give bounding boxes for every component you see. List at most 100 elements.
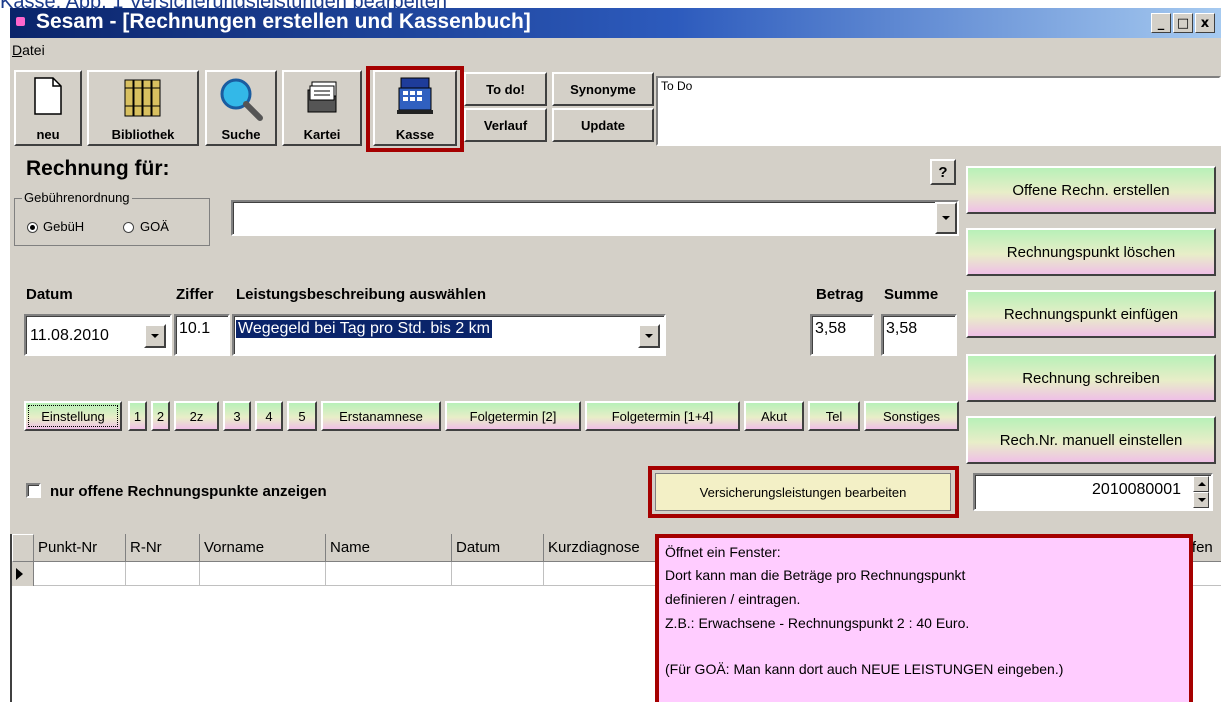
create-open-invoices-button[interactable]: Offene Rechn. erstellen (966, 166, 1216, 214)
insert-invoice-item-button[interactable]: Rechnungspunkt einfügen (966, 290, 1216, 338)
help-button[interactable]: ? (930, 159, 956, 185)
new-button-label: neu (36, 127, 60, 142)
chip-5[interactable]: 5 (287, 401, 317, 431)
library-button-label: Bibliothek (111, 127, 175, 142)
label-betrag: Betrag (816, 286, 864, 303)
column-header[interactable]: Name (326, 534, 452, 562)
service-combobox[interactable]: Wegegeld bei Tag pro Std. bis 2 km (232, 314, 666, 356)
betrag-field[interactable]: 3,58 (810, 314, 874, 356)
tooltip-line: Öffnet ein Fenster: (665, 544, 781, 560)
invoice-number-value: 2010080001 (1092, 481, 1181, 498)
table-cell[interactable] (452, 562, 544, 586)
label-ziffer: Ziffer (176, 286, 214, 303)
search-button-label: Suche (221, 127, 261, 142)
grid-corner (12, 534, 34, 562)
chip-tel[interactable]: Tel (808, 401, 860, 431)
cash-register-button[interactable]: Kasse (373, 70, 457, 146)
new-document-icon (34, 77, 62, 115)
chip-sonstiges[interactable]: Sonstiges (864, 401, 959, 431)
history-button[interactable]: Verlauf (464, 108, 547, 142)
cash-register-icon (397, 77, 433, 114)
delete-invoice-item-button[interactable]: Rechnungspunkt löschen (966, 228, 1216, 276)
chip-erstanamnese[interactable]: Erstanamnese (321, 401, 441, 431)
chip-folgetermin-2[interactable]: Folgetermin [2] (445, 401, 581, 431)
chip-4[interactable]: 4 (255, 401, 283, 431)
column-header[interactable]: Vorname (200, 534, 326, 562)
date-picker[interactable]: 11.08.2010 (24, 314, 172, 356)
books-icon (124, 79, 161, 117)
info-tooltip: Öffnet ein Fenster: Dort kann man die Be… (655, 534, 1193, 702)
chip-2z[interactable]: 2z (174, 401, 219, 431)
chip-folgetermin-1-4[interactable]: Folgetermin [1+4] (585, 401, 740, 431)
row-indicator (12, 562, 34, 586)
label-summe: Summe (884, 286, 939, 303)
table-cell[interactable] (126, 562, 200, 586)
chevron-down-icon (942, 216, 950, 220)
write-invoice-button[interactable]: Rechnung schreiben (966, 354, 1216, 402)
magnifier-icon (220, 78, 263, 121)
arrow-down-icon (1198, 498, 1206, 502)
edit-insurance-services-button[interactable]: Versicherungsleistungen bearbeiten (655, 473, 951, 511)
minimize-button[interactable]: _ (1151, 13, 1171, 33)
patient-dropdown-button[interactable] (935, 202, 957, 234)
table-cell[interactable] (200, 562, 326, 586)
radio-gebueh-label: GebüH (43, 219, 85, 234)
arrow-up-icon (1198, 482, 1206, 486)
label-leistung: Leistungsbeschreibung auswählen (236, 286, 487, 303)
chip-3[interactable]: 3 (223, 401, 251, 431)
search-button[interactable]: Suche (205, 70, 277, 146)
chip-akut[interactable]: Akut (744, 401, 804, 431)
chip-1[interactable]: 1 (128, 401, 147, 431)
tooltip-line: Dort kann man die Beträge pro Rechnungsp… (665, 567, 966, 583)
table-cell[interactable] (326, 562, 452, 586)
radio-gebueh[interactable] (27, 222, 38, 233)
set-invoice-number-button[interactable]: Rech.Nr. manuell einstellen (966, 416, 1216, 464)
library-button[interactable]: Bibliothek (87, 70, 199, 146)
menu-datei[interactable]: Datei (12, 42, 45, 58)
fee-schedule-title: Gebührenordnung (22, 190, 132, 205)
table-cell[interactable] (544, 562, 664, 586)
app-icon (16, 17, 25, 26)
card-index-button[interactable]: Kartei (282, 70, 362, 146)
invoice-number-spinner[interactable]: 2010080001 (973, 473, 1213, 511)
chip-2[interactable]: 2 (151, 401, 170, 431)
spin-up-button[interactable] (1193, 476, 1209, 492)
spin-down-button[interactable] (1193, 492, 1209, 508)
window-title: Sesam - [Rechnungen erstellen und Kassen… (36, 10, 531, 33)
maximize-button[interactable]: □ (1173, 13, 1193, 33)
column-header[interactable]: Datum (452, 534, 544, 562)
radio-goae-label: GOÄ (140, 219, 169, 234)
current-row-icon (16, 568, 23, 580)
tooltip-line: Z.B.: Erwachsene - Rechnungspunkt 2 : 40… (665, 615, 970, 631)
only-open-checkbox[interactable] (26, 483, 41, 498)
patient-combobox[interactable] (231, 200, 959, 236)
update-button[interactable]: Update (552, 108, 654, 142)
page-title: Rechnung für: (26, 157, 170, 180)
column-header[interactable]: R-Nr (126, 534, 200, 562)
card-index-icon (307, 81, 337, 113)
close-button[interactable]: x (1195, 13, 1215, 33)
ziffer-field[interactable]: 10.1 (174, 314, 230, 356)
card-index-button-label: Kartei (303, 127, 341, 142)
synonyms-button[interactable]: Synonyme (552, 72, 654, 106)
chip-einstellung[interactable]: Einstellung (24, 401, 122, 431)
column-header[interactable]: Punkt-Nr (34, 534, 126, 562)
tooltip-line: (Für GOÄ: Man kann dort auch NEUE LEISTU… (665, 661, 1064, 677)
new-button[interactable]: neu (14, 70, 82, 146)
todo-textbox[interactable]: To Do (656, 76, 1221, 146)
summe-field[interactable]: 3,58 (881, 314, 957, 356)
summe-value: 3,58 (886, 320, 918, 337)
window-titlebar: Sesam - [Rechnungen erstellen und Kassen… (10, 8, 1221, 38)
todo-textbox-text: To Do (661, 79, 693, 93)
tooltip-line: definieren / eintragen. (665, 591, 801, 607)
service-dropdown-button[interactable] (638, 324, 660, 348)
chevron-down-icon (645, 334, 653, 338)
chevron-down-icon (151, 334, 159, 338)
radio-goae[interactable] (123, 222, 134, 233)
cash-register-button-label: Kasse (395, 127, 435, 142)
table-cell[interactable] (34, 562, 126, 586)
todo-button[interactable]: To do! (464, 72, 547, 106)
date-value: 11.08.2010 (30, 327, 109, 344)
date-dropdown-button[interactable] (144, 324, 166, 348)
column-header[interactable]: Kurzdiagnose (544, 534, 664, 562)
